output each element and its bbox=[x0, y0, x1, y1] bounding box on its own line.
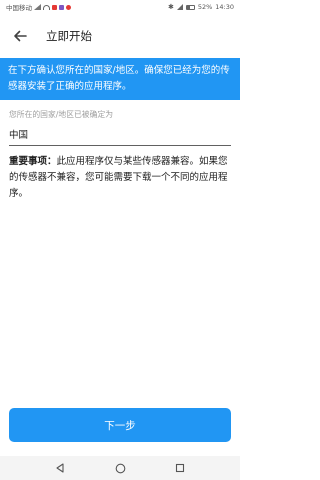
nav-home-button[interactable] bbox=[108, 456, 132, 480]
arrow-left-icon bbox=[14, 30, 27, 42]
app-notification-icon bbox=[66, 4, 71, 10]
region-field[interactable]: 您所在的国家/地区已被确定为 中国 bbox=[9, 109, 231, 146]
signal-icon bbox=[176, 4, 183, 10]
wifi-icon bbox=[43, 4, 50, 10]
important-notice: 重要事项：此应用程序仅与某些传感器兼容。如果您的传感器不兼容，您可能需要下载一个… bbox=[9, 154, 233, 202]
notice-heading: 重要事项： bbox=[9, 156, 57, 167]
carrier-label: 中国移动 bbox=[6, 4, 32, 12]
bluetooth-icon: ✱ bbox=[167, 3, 174, 11]
back-triangle-icon bbox=[56, 463, 64, 473]
status-bar: 中国移动 ✱ 52% 14:30 bbox=[0, 0, 240, 14]
status-right: ✱ 52% 14:30 bbox=[168, 3, 234, 11]
next-button[interactable]: 下一步 bbox=[9, 408, 231, 442]
app-notification-icon bbox=[52, 4, 57, 10]
clock: 14:30 bbox=[215, 3, 234, 11]
app-notification-icon bbox=[59, 4, 64, 10]
home-circle-icon bbox=[115, 463, 125, 473]
back-button[interactable] bbox=[2, 18, 38, 54]
page-title: 立即开始 bbox=[46, 29, 92, 43]
battery-icon bbox=[185, 4, 195, 10]
region-field-value[interactable]: 中国 bbox=[9, 127, 231, 146]
sim-signal-icon bbox=[34, 4, 41, 10]
info-banner: 在下方确认您所在的国家/地区。确保您已经为您的传感器安装了正确的应用程序。 bbox=[0, 58, 240, 100]
recents-square-icon bbox=[175, 463, 185, 473]
nav-back-button[interactable] bbox=[48, 456, 72, 480]
system-nav-bar bbox=[0, 456, 240, 480]
battery-percent: 52% bbox=[197, 3, 213, 11]
app-bar: 立即开始 bbox=[0, 14, 240, 58]
nav-recents-button[interactable] bbox=[168, 456, 192, 480]
status-left: 中国移动 bbox=[6, 2, 71, 12]
region-field-label: 您所在的国家/地区已被确定为 bbox=[9, 110, 113, 119]
